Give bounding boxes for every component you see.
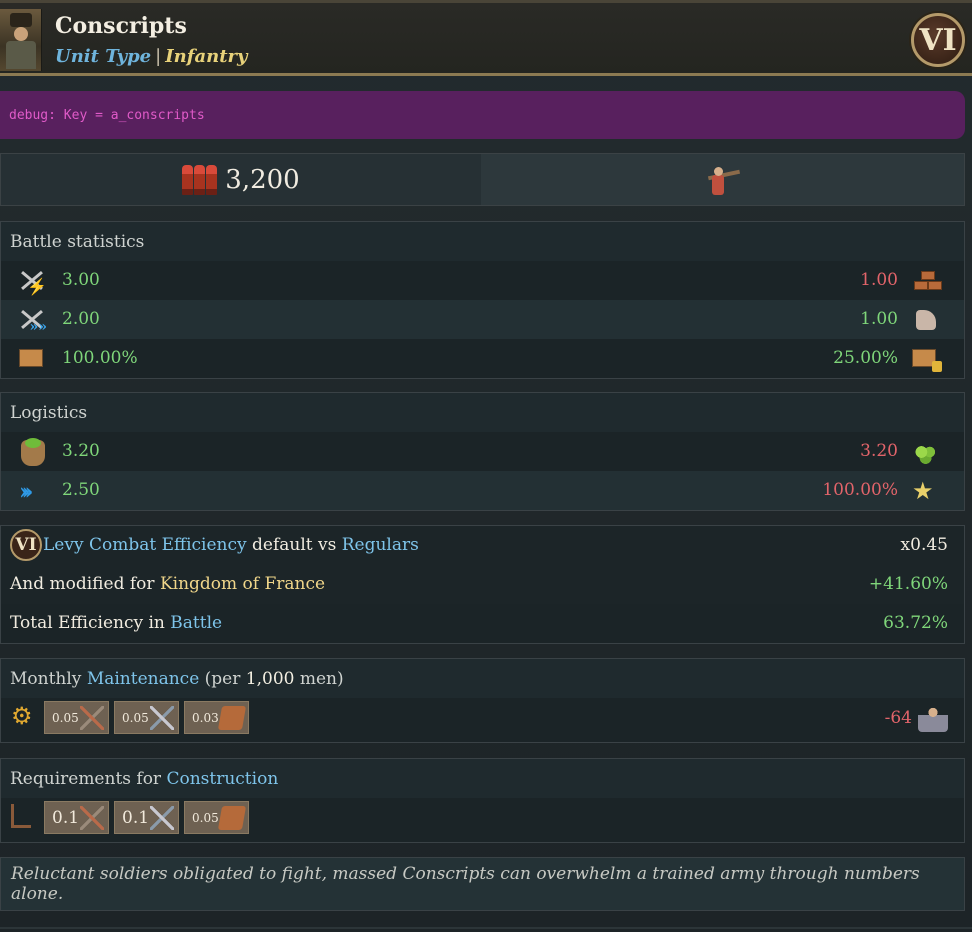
food-pile-icon[interactable] [910, 438, 944, 466]
cloth-chip[interactable]: 0.05 [184, 801, 249, 834]
pursuit-value: 1.00 [860, 309, 898, 329]
movement-speed-value: 2.50 [62, 480, 100, 500]
tools-icon [80, 806, 104, 830]
construction-section: Requirements for Construction 0.1 0.1 0.… [0, 758, 965, 843]
construction-chair-icon [11, 804, 31, 828]
maintenance-heading: Monthly Maintenance (per 1,000 men) [1, 659, 964, 698]
country-modifier-value: +41.60% [868, 574, 948, 594]
defense-value: 1.00 [860, 270, 898, 290]
infantry-rifleman-icon [706, 163, 740, 197]
logistics-heading: Logistics [1, 393, 964, 432]
food-consumption-value: 3.20 [860, 441, 898, 461]
stat-row: 100.00% 25.00% [1, 339, 964, 378]
tooltip-header: Conscripts Unit Type | Infantry VI [0, 0, 972, 76]
logistics-section: Logistics 3.20 3.20 ››› 2.50 100.00% ★ [0, 392, 965, 511]
unit-description: Reluctant soldiers obligated to fight, m… [0, 857, 965, 911]
cloth-icon [217, 806, 247, 830]
maintenance-chips: 0.05 0.05 0.03 [44, 701, 249, 734]
unit-count-row: 3,200 [0, 153, 965, 206]
efficiency-multiplier: x0.45 [900, 535, 948, 555]
construction-link[interactable]: Construction [166, 769, 278, 789]
logistics-row: 3.20 3.20 [1, 432, 964, 471]
battle-statistics-section: Battle statistics ⚡ 3.00 1.00 »» 2.00 1. [0, 221, 965, 379]
weapons-icon [150, 806, 174, 830]
efficiency-row: VI Levy Combat Efficiency default vs Reg… [1, 526, 964, 565]
cloth-icon [217, 706, 247, 730]
regiment-men-icon [182, 164, 218, 195]
maintenance-row: ⚙ 0.05 0.05 0.03 -64 [1, 698, 964, 742]
tools-chip[interactable]: 0.05 [44, 701, 109, 734]
logistics-row: ››› 2.50 100.00% ★ [1, 471, 964, 510]
tools-icon [80, 706, 104, 730]
construction-heading: Requirements for Construction [1, 759, 964, 798]
tools-chip[interactable]: 0.1 [44, 801, 109, 834]
total-efficiency-value: 63.72% [883, 613, 948, 633]
divider [0, 927, 972, 929]
regulars-link[interactable]: Regulars [342, 535, 419, 555]
tier-mini-badge: VI [10, 529, 42, 561]
cloth-chip[interactable]: 0.03 [184, 701, 249, 734]
unit-category[interactable]: Infantry [165, 46, 247, 67]
stat-row: »» 2.00 1.00 [1, 300, 964, 339]
construction-row: 0.1 0.1 0.05 [1, 798, 964, 842]
unit-type-label[interactable]: Unit Type [55, 46, 151, 67]
box-lock-icon[interactable] [910, 345, 944, 373]
bricks-icon[interactable] [910, 267, 944, 295]
unit-portrait [0, 9, 42, 71]
unit-title: Conscripts [55, 13, 187, 39]
stat-row: ⚡ 3.00 1.00 [1, 261, 964, 300]
levy-efficiency-link[interactable]: Levy Combat Efficiency [43, 535, 247, 555]
efficiency-row: And modified for Kingdom of France +41.6… [10, 574, 948, 594]
unit-role [481, 154, 964, 205]
efficiency-row: Total Efficiency in Battle 63.72% [1, 604, 964, 643]
attack-lightning-icon[interactable]: ⚡ [17, 267, 47, 295]
manpower-value: -64 [884, 708, 912, 728]
gear-icon: ⚙ [11, 702, 33, 730]
construction-chips: 0.1 0.1 0.05 [44, 801, 249, 834]
weapons-icon [150, 706, 174, 730]
maintenance-link[interactable]: Maintenance [87, 669, 199, 689]
debug-key: debug: Key = a_conscripts [0, 91, 965, 139]
initiative-value: 2.00 [62, 309, 100, 329]
manpower-icon[interactable] [918, 704, 948, 732]
star-icon[interactable]: ★ [910, 477, 944, 505]
experience-value: 100.00% [822, 480, 898, 500]
tier-badge: VI [911, 13, 965, 67]
attack-speed-icon[interactable]: »» [17, 306, 47, 334]
unit-tooltip-panel: Conscripts Unit Type | Infantry VI debug: … [0, 0, 972, 932]
arms-chip[interactable]: 0.05 [114, 701, 179, 734]
protection-value: 25.00% [833, 348, 898, 368]
battle-statistics-heading: Battle statistics [1, 222, 964, 261]
arms-chip[interactable]: 0.1 [114, 801, 179, 834]
battle-link[interactable]: Battle [170, 613, 222, 633]
offense-value: 3.00 [62, 270, 100, 290]
men-count-value: 3,200 [225, 164, 300, 195]
men-count: 3,200 [1, 154, 481, 205]
food-storage-value: 3.20 [62, 441, 100, 461]
food-sack-icon[interactable] [17, 438, 47, 466]
strength-value: 100.00% [62, 348, 138, 368]
country-link[interactable]: Kingdom of France [160, 574, 325, 594]
unit-subtitle: Unit Type | Infantry [55, 46, 248, 67]
combat-efficiency-section: VI Levy Combat Efficiency default vs Reg… [0, 525, 965, 644]
boot-wing-icon[interactable] [910, 306, 944, 334]
movement-chevrons-icon[interactable]: ››› [17, 477, 47, 505]
supply-box-icon[interactable] [17, 345, 47, 373]
maintenance-section: Monthly Maintenance (per 1,000 men) ⚙ 0.… [0, 658, 965, 743]
